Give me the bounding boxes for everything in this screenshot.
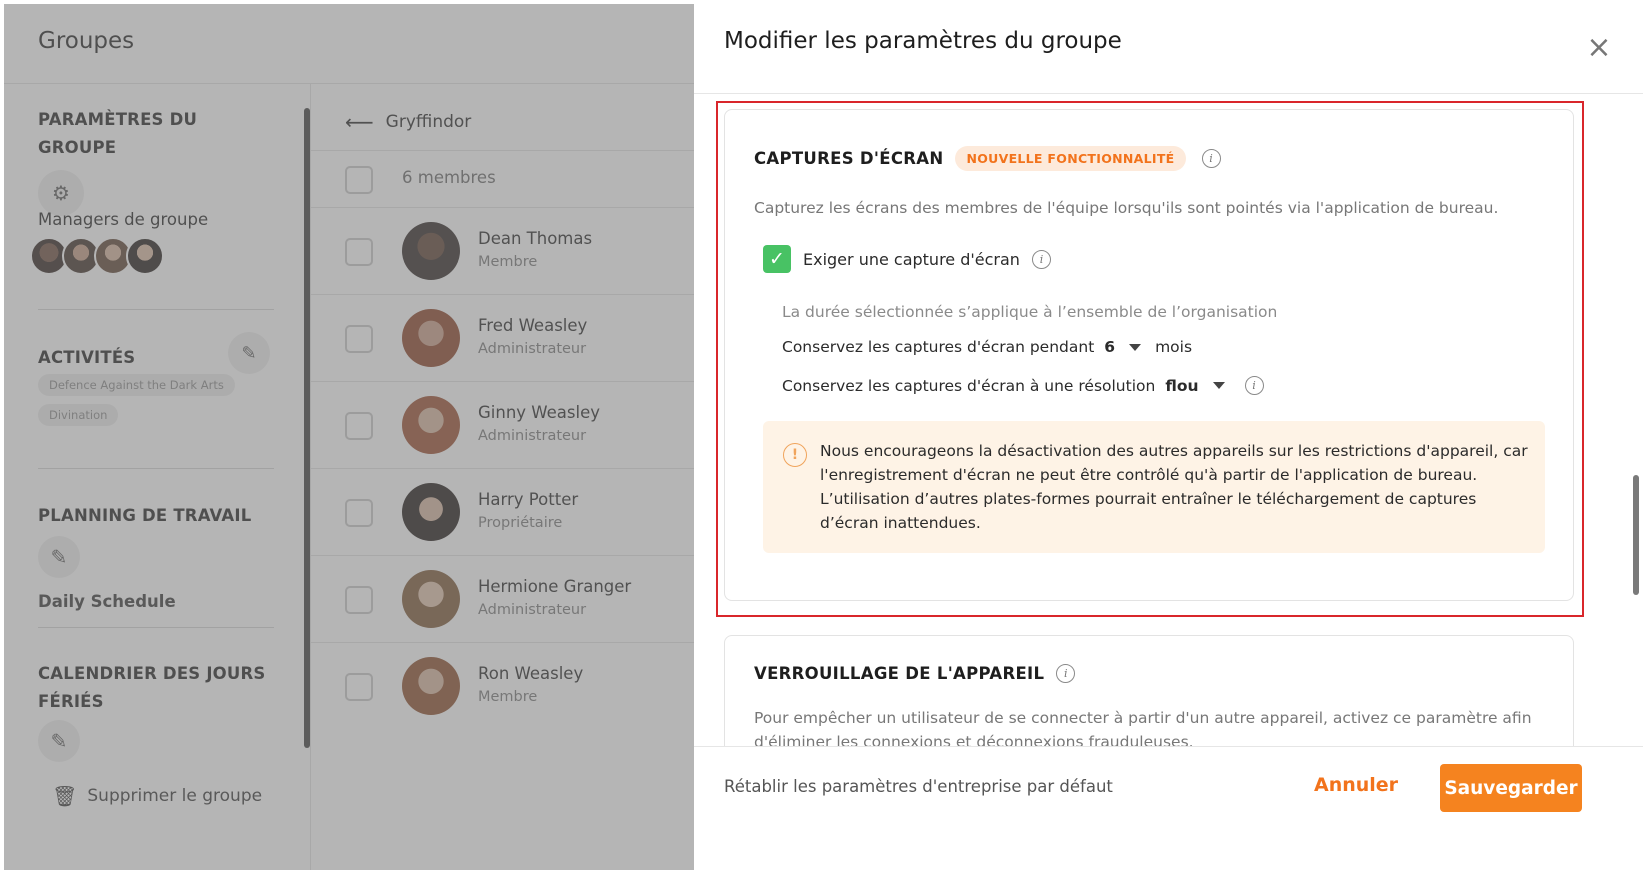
avatar — [402, 309, 460, 367]
reset-defaults-link[interactable]: Rétablir les paramètres d'entreprise par… — [724, 777, 1113, 796]
device-lock-title-row: VERROUILLAGE DE L'APPAREIL i — [754, 664, 1076, 683]
member-name: Ron Weasley — [478, 664, 584, 683]
groups-header: Groupes — [4, 4, 694, 84]
groups-page: Groupes PARAMÈTRES DU GROUPE ⚙ Managers … — [4, 4, 694, 870]
work-schedule-title: PLANNING DE TRAVAIL — [38, 506, 252, 525]
avatar — [402, 396, 460, 454]
schedule-name: Daily Schedule — [38, 592, 176, 611]
trash-icon: 🗑 — [52, 784, 78, 808]
member-row[interactable]: Ginny Weasley Administrateur — [311, 382, 694, 469]
group-managers-section: Managers de groupe — [30, 210, 274, 275]
member-row[interactable]: Hermione Granger Administrateur — [311, 556, 694, 643]
cancel-button[interactable]: Annuler — [1314, 774, 1398, 796]
avatar[interactable] — [126, 237, 164, 275]
member-role: Administrateur — [478, 428, 587, 444]
member-role: Membre — [478, 689, 538, 705]
member-row[interactable]: Ron Weasley Membre — [311, 643, 694, 730]
member-name: Harry Potter — [478, 490, 579, 509]
managers-avatars — [30, 237, 274, 275]
divider — [38, 468, 274, 469]
group-managers-title: Managers de groupe — [38, 210, 209, 229]
member-name: Fred Weasley — [478, 316, 588, 335]
member-checkbox[interactable] — [345, 586, 373, 614]
device-lock-description: Pour empêcher un utilisateur de se conne… — [754, 709, 1532, 746]
save-button[interactable]: Sauvegarder — [1440, 764, 1582, 812]
modal-title: Modifier les paramètres du groupe — [724, 28, 1122, 54]
holidays-title: CALENDRIER DES JOURS FÉRIÉS — [38, 664, 266, 711]
device-lock-card: VERROUILLAGE DE L'APPAREIL i Pour empêch… — [724, 635, 1574, 746]
highlight-frame — [716, 101, 1584, 617]
member-row[interactable]: Dean Thomas Membre — [311, 208, 694, 295]
member-name: Dean Thomas — [478, 229, 593, 248]
avatar — [402, 222, 460, 280]
close-icon[interactable]: × — [1585, 33, 1613, 63]
modal-header: Modifier les paramètres du groupe × — [694, 4, 1643, 94]
members-column: ⟵ Gryffindor 6 membres Dean Thomas Membr… — [310, 84, 694, 870]
holidays-section: CALENDRIER DES JOURS FÉRIÉS ✎ — [38, 660, 274, 762]
members-count: 6 membres — [402, 168, 496, 187]
avatar — [402, 570, 460, 628]
device-lock-title: VERROUILLAGE DE L'APPAREIL — [754, 664, 1045, 683]
modal-footer: Rétablir les paramètres d'entreprise par… — [694, 746, 1643, 870]
avatar — [402, 483, 460, 541]
group-settings-column: PARAMÈTRES DU GROUPE ⚙ Managers de group… — [4, 84, 310, 870]
group-settings-title: PARAMÈTRES DU GROUPE — [38, 110, 198, 157]
member-name: Hermione Granger — [478, 577, 632, 596]
member-row[interactable]: Harry Potter Propriétaire — [311, 469, 694, 556]
select-all-checkbox[interactable] — [345, 166, 373, 194]
activities-section: ACTIVITÉS ✎ Defence Against the Dark Art… — [38, 332, 274, 426]
member-row[interactable]: Fred Weasley Administrateur — [311, 295, 694, 382]
divider — [38, 309, 274, 310]
pencil-icon[interactable]: ✎ — [228, 332, 270, 374]
delete-group-label: Supprimer le groupe — [87, 786, 263, 806]
breadcrumb[interactable]: ⟵ Gryffindor — [345, 110, 471, 134]
group-settings-section: PARAMÈTRES DU GROUPE ⚙ — [38, 106, 274, 216]
work-schedule-section: PLANNING DE TRAVAIL ✎ Daily Schedule — [38, 502, 274, 611]
pencil-icon[interactable]: ✎ — [38, 720, 80, 762]
member-checkbox[interactable] — [345, 325, 373, 353]
delete-group-button[interactable]: 🗑 Supprimer le groupe — [52, 784, 262, 808]
activity-tag: Divination — [38, 404, 119, 426]
info-icon[interactable]: i — [1056, 664, 1076, 683]
member-role: Propriétaire — [478, 515, 563, 531]
member-checkbox[interactable] — [345, 238, 373, 266]
members-header: 6 membres — [311, 150, 694, 208]
edit-group-settings-modal: Modifier les paramètres du groupe × CAPT… — [694, 4, 1643, 870]
member-role: Administrateur — [478, 341, 587, 357]
arrow-left-icon[interactable]: ⟵ — [345, 110, 374, 134]
divider — [38, 627, 274, 628]
group-name: Gryffindor — [385, 112, 472, 132]
member-role: Membre — [478, 254, 538, 270]
modal-body: CAPTURES D'ÉCRAN NOUVELLE FONCTIONNALITÉ… — [694, 95, 1643, 746]
modal-scrollbar[interactable] — [1633, 475, 1639, 595]
member-checkbox[interactable] — [345, 412, 373, 440]
pencil-icon[interactable]: ✎ — [38, 536, 80, 578]
avatar — [402, 657, 460, 715]
member-name: Ginny Weasley — [478, 403, 601, 422]
activity-tag: Defence Against the Dark Arts — [38, 374, 235, 396]
member-checkbox[interactable] — [345, 499, 373, 527]
member-role: Administrateur — [478, 602, 587, 618]
member-checkbox[interactable] — [345, 673, 373, 701]
page-title: Groupes — [38, 28, 135, 54]
